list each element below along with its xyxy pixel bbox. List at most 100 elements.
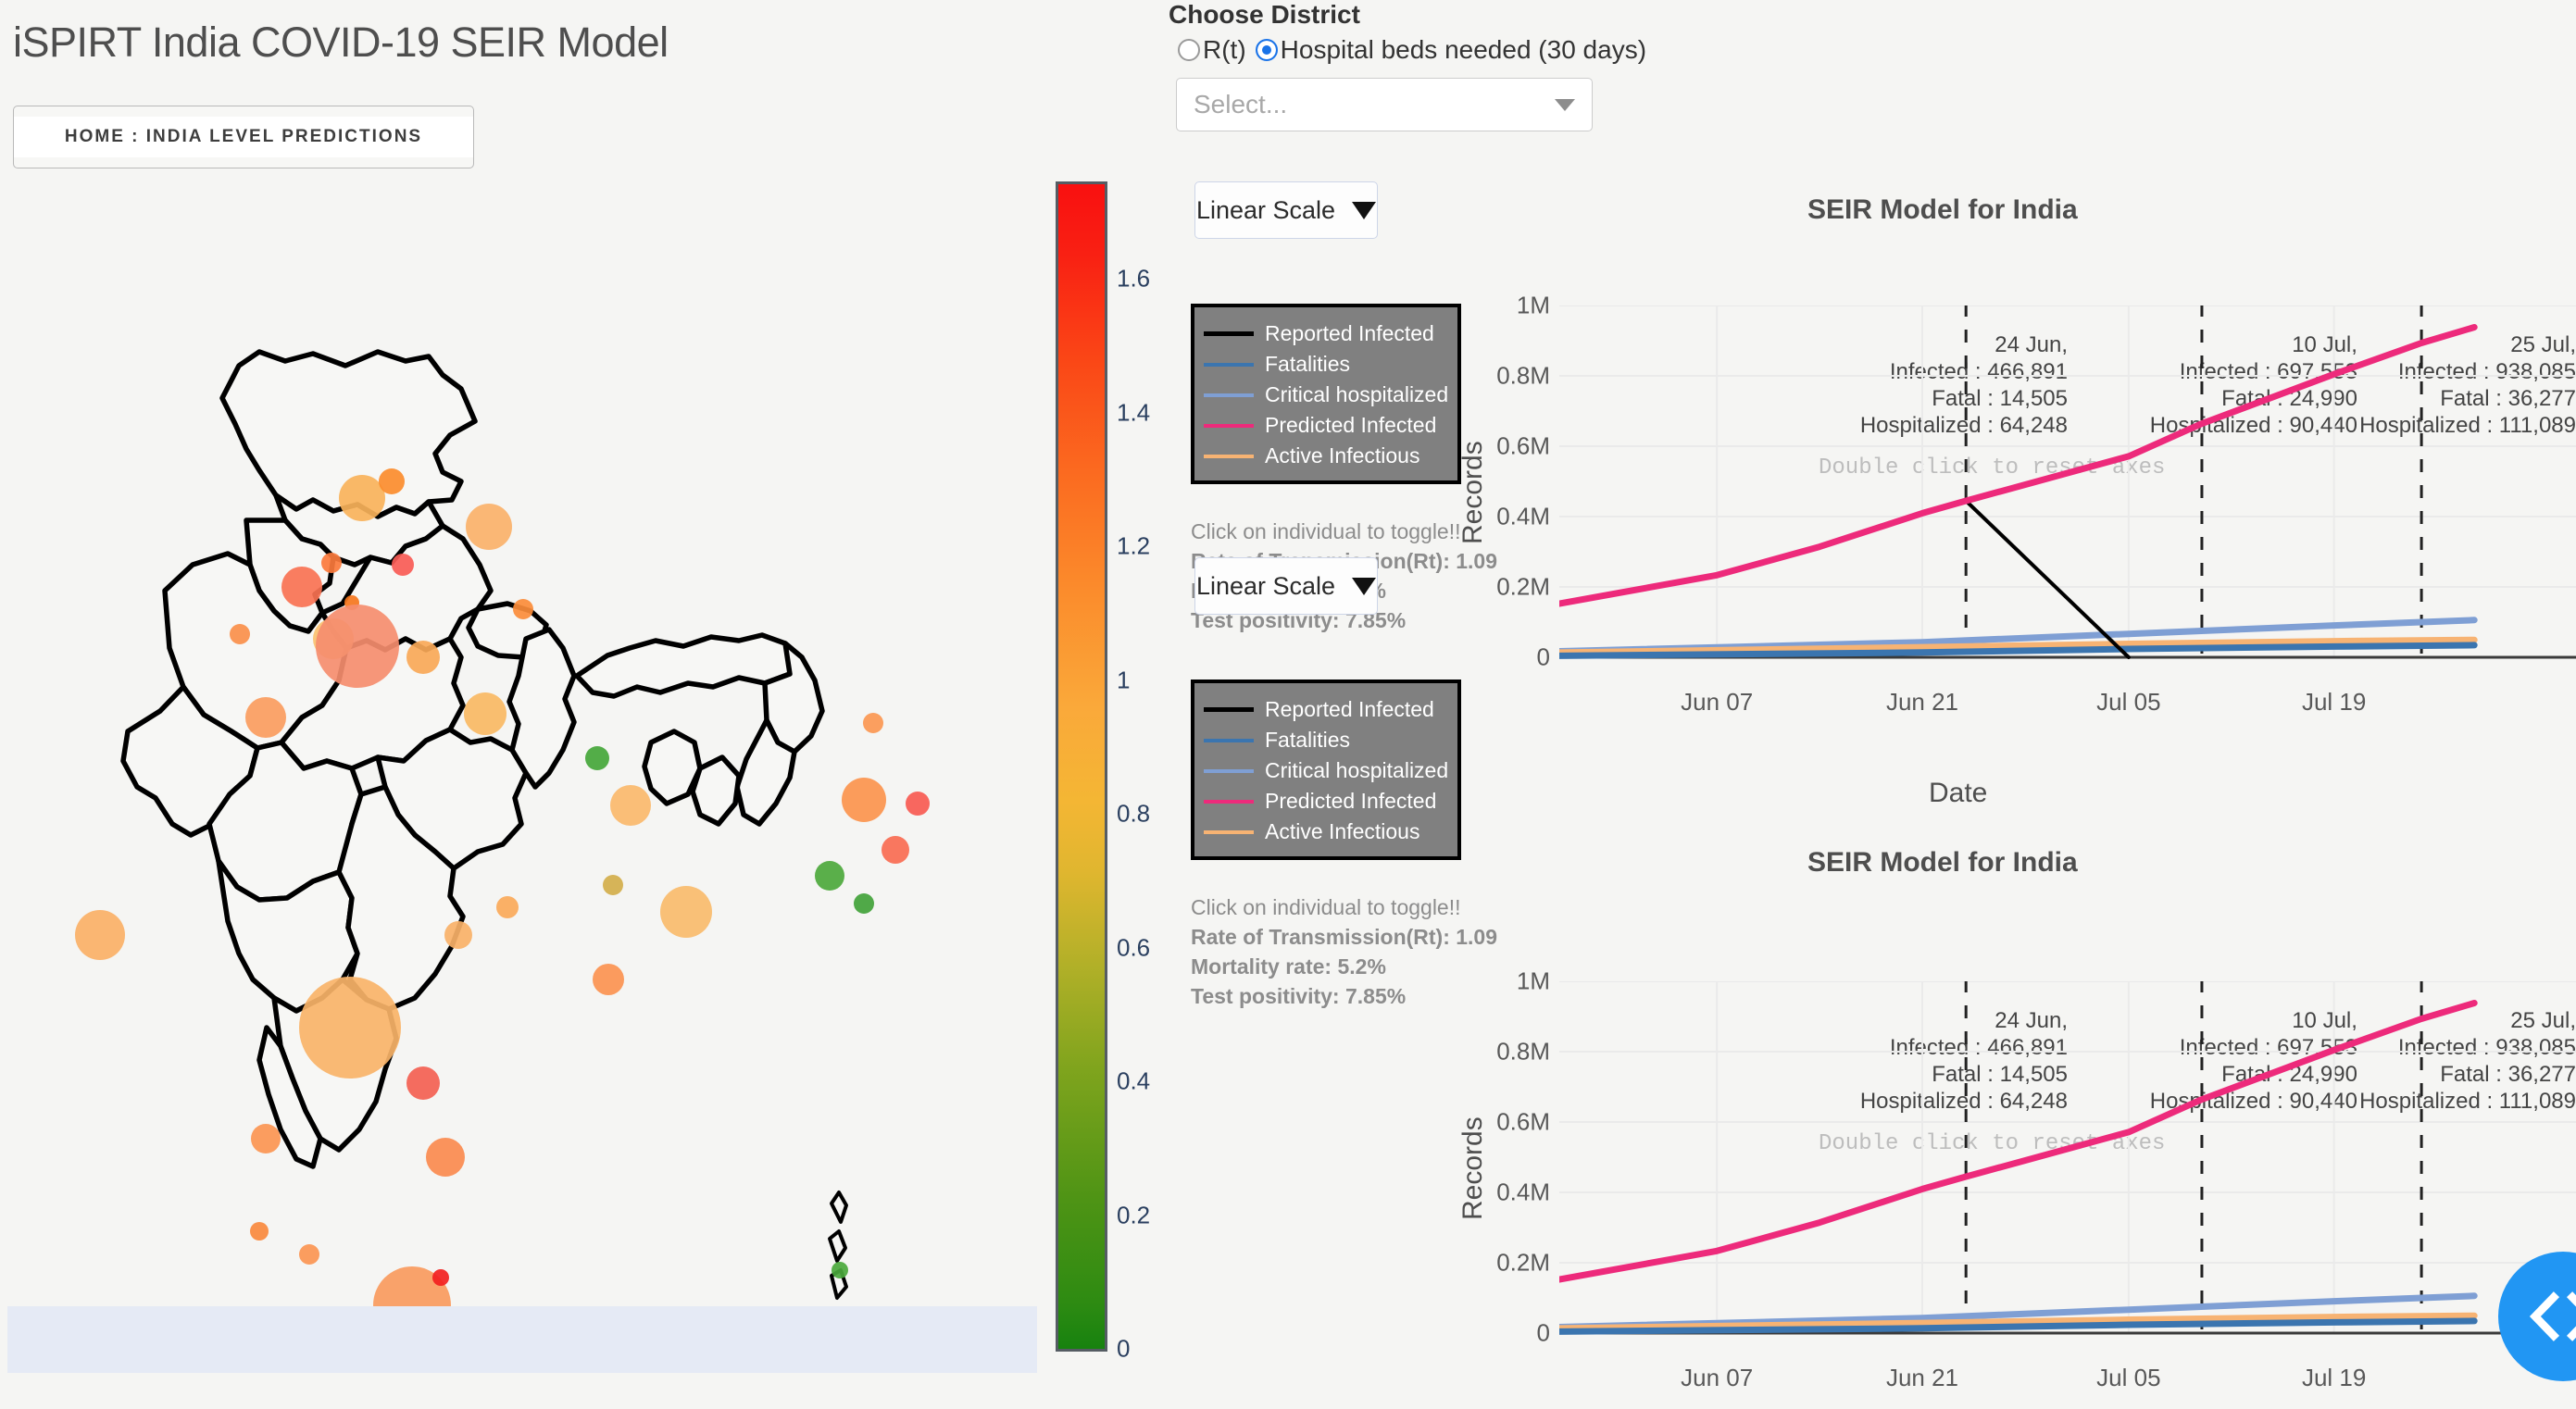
map-bubble[interactable] xyxy=(432,1269,449,1286)
map-bubble[interactable] xyxy=(299,977,401,1079)
map-bubble[interactable] xyxy=(426,1138,465,1177)
colorbar-tick-label: 0.6 xyxy=(1117,933,1150,962)
chart-legend-1[interactable]: Reported Infected Fatalities Critical hosp… xyxy=(1191,680,1461,860)
legend-item[interactable]: Critical hospitalized xyxy=(1204,380,1457,410)
map-bubble[interactable] xyxy=(406,1066,440,1100)
colorbar-tick-label: 0.4 xyxy=(1117,1067,1150,1096)
scale-select-button-1[interactable]: Linear Scale xyxy=(1194,557,1378,615)
map-bubble[interactable] xyxy=(464,692,506,735)
map-bubble[interactable] xyxy=(299,1244,319,1265)
legend-swatch-icon xyxy=(1204,707,1254,712)
district-select-placeholder: Select... xyxy=(1194,90,1555,119)
legend-item[interactable]: Fatalities xyxy=(1204,725,1457,755)
map-bubble[interactable] xyxy=(281,567,322,607)
map-bubble[interactable] xyxy=(882,836,909,864)
map-bubble[interactable] xyxy=(603,875,623,895)
y-tick-label: 0.2M xyxy=(1457,573,1550,602)
radio-dot-checked-icon[interactable] xyxy=(1256,39,1278,61)
legend-swatch-icon xyxy=(1204,363,1254,367)
legend-item[interactable]: Active Infectious xyxy=(1204,441,1457,471)
radio-option-label: R(t) xyxy=(1203,35,1246,65)
colorbar-tick-label: 0 xyxy=(1117,1335,1130,1364)
x-tick-label: Jul 05 xyxy=(2055,688,2203,717)
map-bubble[interactable] xyxy=(585,746,609,770)
left-panel: iSPIRT India COVID-19 SEIR Model HOME : … xyxy=(0,0,1037,1409)
dashboard-root: iSPIRT India COVID-19 SEIR Model HOME : … xyxy=(0,0,2576,1409)
legend-item[interactable]: Predicted Infected xyxy=(1204,786,1457,817)
chart-stats-1: Click on individual to toggle!!Rate of T… xyxy=(1191,892,1497,1011)
map-bubble[interactable] xyxy=(593,964,624,995)
scale-select-button-0[interactable]: Linear Scale xyxy=(1194,181,1378,239)
map-bubble[interactable] xyxy=(842,778,886,822)
x-axis-title-0: Date xyxy=(1929,778,1987,809)
map-bubble[interactable] xyxy=(245,697,286,738)
legend-item-label: Reported Infected xyxy=(1265,697,1434,722)
home-button-label: HOME : INDIA LEVEL PREDICTIONS xyxy=(65,127,422,147)
series-line[interactable] xyxy=(1559,501,2129,657)
legend-item[interactable]: Active Infectious xyxy=(1204,817,1457,847)
colorbar-tick-label: 1.6 xyxy=(1117,265,1150,293)
map-bubble[interactable] xyxy=(610,785,651,826)
x-tick-label: Jun 21 xyxy=(1848,688,1996,717)
map-bubble[interactable] xyxy=(339,475,385,521)
y-tick-label: 0 xyxy=(1457,643,1550,672)
series-line[interactable] xyxy=(1559,328,2474,605)
india-bubble-map[interactable] xyxy=(7,176,1035,1370)
map-bubble[interactable] xyxy=(815,861,844,891)
legend-item-label: Reported Infected xyxy=(1265,321,1434,346)
india-map-svg[interactable] xyxy=(7,176,1035,1370)
chevron-down-icon xyxy=(1555,99,1575,111)
chevron-down-icon xyxy=(1352,578,1376,595)
map-bubble[interactable] xyxy=(496,896,519,918)
legend-item-label: Critical hospitalized xyxy=(1265,758,1448,783)
colorbar-gradient xyxy=(1056,181,1107,1352)
map-bubble[interactable] xyxy=(251,1124,281,1153)
metric-radio-group[interactable]: R(t) Hospital beds needed (30 days) xyxy=(1178,35,1656,65)
map-bubble[interactable] xyxy=(75,910,125,960)
legend-item[interactable]: Predicted Infected xyxy=(1204,410,1457,441)
legend-swatch-icon xyxy=(1204,739,1254,742)
page-title: iSPIRT India COVID-19 SEIR Model xyxy=(13,19,669,67)
map-bubble[interactable] xyxy=(854,893,874,914)
legend-item-label: Active Infectious xyxy=(1265,443,1419,468)
map-bubble[interactable] xyxy=(230,624,250,644)
map-bubble[interactable] xyxy=(513,599,533,619)
y-tick-label: 1M xyxy=(1457,967,1550,996)
radio-dot-icon[interactable] xyxy=(1178,39,1200,61)
radio-option-0[interactable]: R(t) xyxy=(1178,35,1256,65)
x-tick-label: Jul 19 xyxy=(2260,688,2408,717)
map-bubble[interactable] xyxy=(466,504,512,550)
chart-legend-0[interactable]: Reported Infected Fatalities Critical hosp… xyxy=(1191,304,1461,484)
legend-item-label: Fatalities xyxy=(1265,728,1350,753)
home-india-level-predictions-button[interactable]: HOME : INDIA LEVEL PREDICTIONS xyxy=(13,106,474,168)
legend-item[interactable]: Reported Infected xyxy=(1204,694,1457,725)
series-line[interactable] xyxy=(1559,1004,2474,1280)
legend-item[interactable]: Reported Infected xyxy=(1204,318,1457,349)
stats-line-0: Click on individual to toggle!! xyxy=(1191,517,1497,546)
map-bubble[interactable] xyxy=(906,792,930,816)
legend-item-label: Critical hospitalized xyxy=(1265,382,1448,407)
map-bubble[interactable] xyxy=(660,886,712,938)
stats-line-1: Rate of Transmission(Rt): 1.09 xyxy=(1191,922,1497,952)
map-bubble[interactable] xyxy=(863,713,883,733)
map-bubble[interactable] xyxy=(316,605,399,688)
legend-item-label: Fatalities xyxy=(1265,352,1350,377)
chart-title-1: SEIR Model for India xyxy=(1807,847,2078,879)
district-select[interactable]: Select... xyxy=(1176,78,1593,131)
map-bubble[interactable] xyxy=(832,1262,848,1278)
map-bubble[interactable] xyxy=(392,554,414,576)
legend-item[interactable]: Critical hospitalized xyxy=(1204,755,1457,786)
map-bubble[interactable] xyxy=(406,641,440,674)
chart-plot-0[interactable] xyxy=(1559,305,2576,661)
map-bubble[interactable] xyxy=(321,553,342,573)
y-tick-label: 0.4M xyxy=(1457,1178,1550,1207)
legend-item-label: Predicted Infected xyxy=(1265,413,1436,438)
map-bubble[interactable] xyxy=(250,1222,269,1241)
map-bubble[interactable] xyxy=(444,921,472,949)
map-bubble[interactable] xyxy=(379,468,405,494)
legend-swatch-icon xyxy=(1204,393,1254,397)
radio-option-1[interactable]: Hospital beds needed (30 days) xyxy=(1256,35,1656,65)
legend-item[interactable]: Fatalities xyxy=(1204,349,1457,380)
chart-plot-1[interactable] xyxy=(1559,981,2576,1337)
y-tick-label: 0.4M xyxy=(1457,503,1550,531)
